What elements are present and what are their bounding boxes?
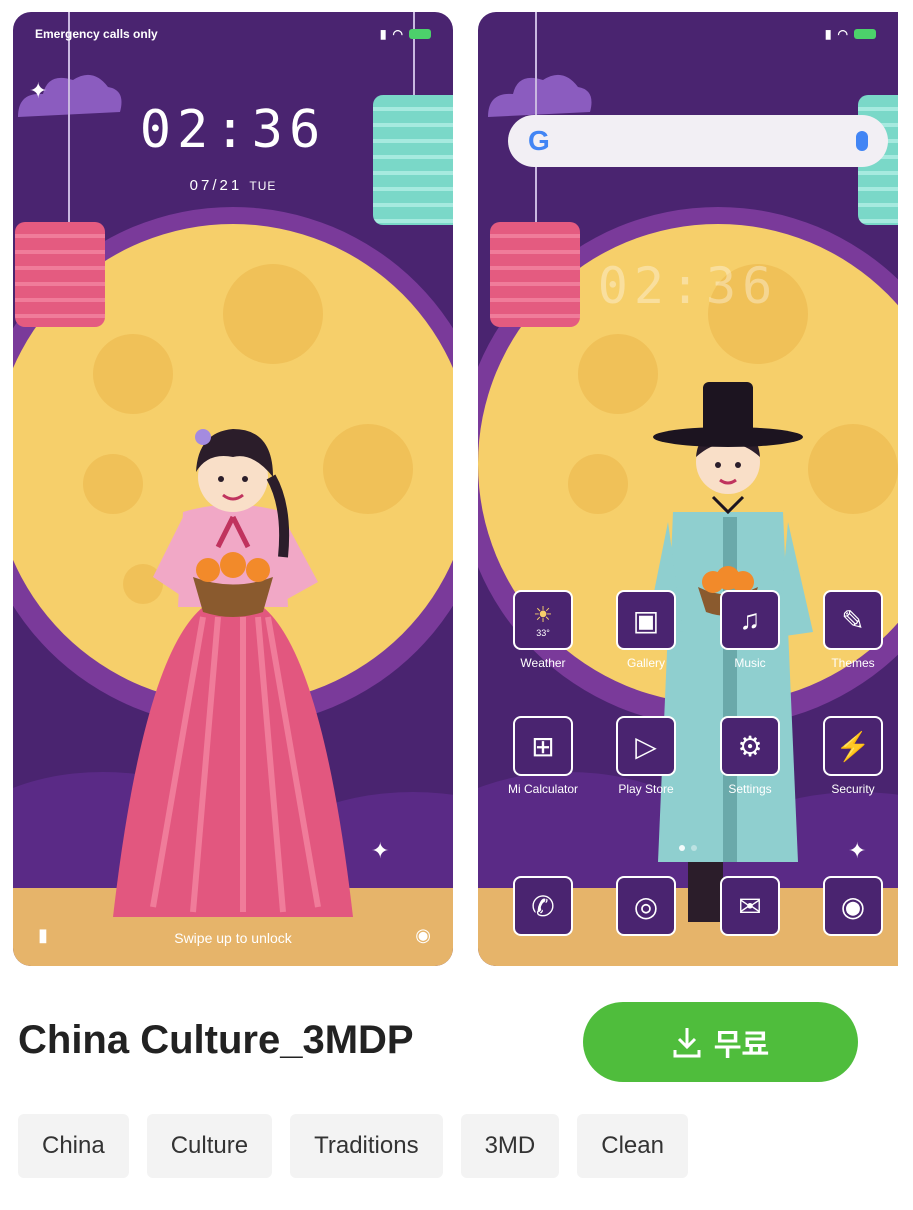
app-play-store[interactable]: ▷ Play Store xyxy=(596,716,696,796)
status-bar: Emergency calls only ▮ ◠ xyxy=(35,26,431,42)
dock-messages[interactable]: ✉ xyxy=(700,876,800,936)
wifi-icon: ◠ xyxy=(392,27,403,41)
app-label: Play Store xyxy=(618,782,674,796)
lock-screen-preview: ✦ ✦ Emergency calls only ▮ ◠ 02:36 07/21… xyxy=(13,12,453,966)
app-label: Security xyxy=(831,782,875,796)
camera-icon[interactable]: ◉ xyxy=(415,925,431,946)
download-button[interactable]: 무료 xyxy=(583,1002,858,1082)
swipe-hint[interactable]: Swipe up to unlock xyxy=(13,930,453,946)
app-label: Settings xyxy=(728,782,772,796)
tag-3md[interactable]: 3MD xyxy=(460,1114,560,1178)
battery-icon xyxy=(409,29,431,39)
messages-icon: ✉ xyxy=(720,876,780,936)
lock-date: 07/21 TUE xyxy=(13,177,453,194)
tag-china[interactable]: China xyxy=(18,1114,129,1178)
google-search-bar[interactable]: G xyxy=(508,115,888,167)
tag-list: China Culture Traditions 3MD Clean xyxy=(18,1114,688,1178)
app-label: Weather xyxy=(520,656,566,670)
app-label: Themes xyxy=(831,656,875,670)
microphone-icon[interactable] xyxy=(856,131,868,151)
google-logo-icon: G xyxy=(528,125,550,156)
app-themes[interactable]: ✎ Themes xyxy=(803,590,898,670)
image-icon: ▣ xyxy=(616,590,676,650)
brush-icon: ✎ xyxy=(823,590,883,650)
phone-icon: ✆ xyxy=(513,876,573,936)
wifi-icon: ◠ xyxy=(837,27,848,41)
tag-traditions[interactable]: Traditions xyxy=(290,1114,443,1178)
battery-icon xyxy=(854,29,876,39)
app-label: Gallery xyxy=(626,656,665,670)
page-indicator xyxy=(478,838,898,856)
sparkle-icon: ✦ xyxy=(29,78,48,103)
home-screen-preview: ✦ ▮ ◠ G 02:36 ☀ 33° Weather ▣ Gallery ♫ … xyxy=(478,12,898,966)
download-label: 무료 xyxy=(713,1029,770,1062)
play-icon: ▷ xyxy=(616,716,676,776)
app-music[interactable]: ♫ Music xyxy=(700,590,800,670)
dock-browser[interactable]: ◎ xyxy=(596,876,696,936)
shield-icon: ⚡ xyxy=(823,716,883,776)
calculator-icon: ⊞ xyxy=(513,716,573,776)
app-gallery[interactable]: ▣ Gallery xyxy=(596,590,696,670)
status-bar: ▮ ◠ xyxy=(500,26,876,42)
weekday: TUE xyxy=(249,179,277,193)
signal-icon: ▮ xyxy=(379,27,387,41)
headphones-icon: ♫ xyxy=(720,590,780,650)
sun-icon: ☀ 33° xyxy=(513,590,573,650)
dock-phone[interactable]: ✆ xyxy=(493,876,593,936)
date-value: 07/21 xyxy=(189,177,243,194)
girl-illustration xyxy=(113,429,353,917)
lock-clock: 02:36 xyxy=(139,100,327,160)
app-mi-calculator[interactable]: ⊞ Mi Calculator xyxy=(493,716,593,796)
dock-camera[interactable]: ◉ xyxy=(803,876,898,936)
red-lantern xyxy=(15,222,105,327)
tag-culture[interactable]: Culture xyxy=(146,1114,273,1178)
tag-clean[interactable]: Clean xyxy=(577,1114,688,1178)
flashlight-icon[interactable]: ▮ xyxy=(38,925,48,946)
camera-icon: ◉ xyxy=(823,876,883,936)
weather-temp: 33° xyxy=(536,628,550,638)
gear-icon: ⚙ xyxy=(720,716,780,776)
app-weather[interactable]: ☀ 33° Weather xyxy=(493,590,593,670)
signal-icon: ▮ xyxy=(824,27,832,41)
app-label: Mi Calculator xyxy=(507,782,579,796)
app-security[interactable]: ⚡ Security xyxy=(803,716,898,796)
app-label: Music xyxy=(734,656,766,670)
status-text: Emergency calls only xyxy=(35,27,158,41)
globe-icon: ◎ xyxy=(616,876,676,936)
theme-title: China Culture_3MDP xyxy=(18,1018,414,1062)
download-icon xyxy=(673,1028,701,1058)
app-settings[interactable]: ⚙ Settings xyxy=(700,716,800,796)
home-clock: 02:36 xyxy=(597,257,779,315)
